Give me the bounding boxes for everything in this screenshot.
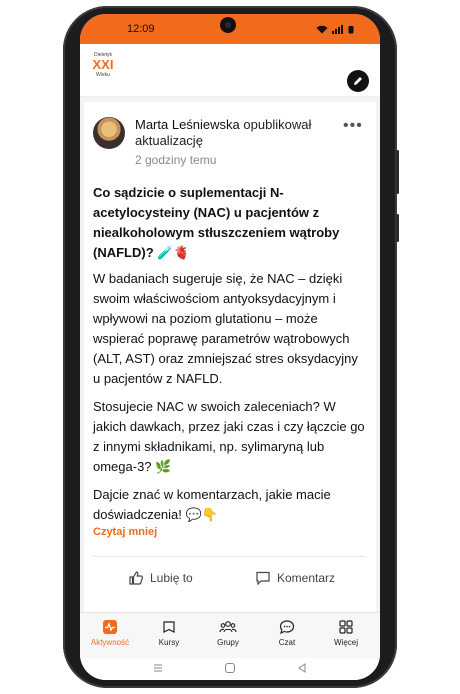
screen: 12:09 Dietetyk XXI Wieku Marta Leśniewsk…	[80, 14, 380, 680]
tab-groups[interactable]: Grupy	[198, 619, 258, 647]
logo-line3: Wieku	[96, 72, 110, 78]
post-body: Co sądzicie o suplementacji N-acetylocys…	[93, 183, 365, 533]
author-name[interactable]: Marta Leśniewska	[135, 117, 240, 132]
compose-button[interactable]	[347, 70, 369, 92]
avatar[interactable]	[93, 117, 125, 149]
post-actions: Lubię to Komentarz	[84, 566, 376, 596]
post-time: 2 godziny temu	[135, 153, 217, 167]
status-icons	[316, 25, 354, 34]
tab-label-groups: Grupy	[217, 638, 239, 647]
post-title: Co sądzicie o suplementacji N-acetylocys…	[93, 185, 340, 260]
bottom-tab-bar: Aktywność Kursy Grupy Czat Więcej	[80, 612, 380, 659]
chat-icon	[279, 620, 295, 635]
tab-activity[interactable]: Aktywność	[80, 619, 140, 647]
post-paragraph-1: W badaniach sugeruje się, że NAC – dzięk…	[93, 271, 358, 386]
tab-chat[interactable]: Czat	[257, 619, 317, 647]
pencil-icon	[354, 77, 362, 85]
home-icon[interactable]	[224, 661, 236, 679]
activity-feed: Marta Leśniewska opublikował aktualizacj…	[80, 97, 380, 612]
power-button	[396, 214, 399, 242]
more-options-icon[interactable]: •••	[343, 117, 363, 135]
wifi-icon	[316, 25, 328, 34]
tab-courses[interactable]: Kursy	[139, 619, 199, 647]
courses-icon	[163, 621, 175, 633]
tab-label-chat: Czat	[278, 638, 296, 647]
front-camera	[220, 17, 236, 33]
battery-icon	[348, 26, 354, 34]
tab-label-more: Więcej	[333, 638, 358, 647]
read-less-link[interactable]: Czytaj mniej	[93, 526, 157, 538]
tab-label-activity: Aktywność	[90, 638, 130, 647]
status-bar: 12:09	[80, 14, 380, 44]
tab-label-courses: Kursy	[158, 638, 180, 647]
system-nav-bar	[80, 658, 380, 680]
divider	[93, 556, 365, 557]
activity-icon	[103, 620, 117, 634]
app-logo[interactable]: Dietetyk XXI Wieku	[88, 52, 118, 84]
comment-button[interactable]: Komentarz	[255, 570, 335, 586]
volume-button	[396, 150, 399, 194]
back-icon[interactable]	[296, 661, 308, 679]
like-label: Lubię to	[150, 571, 193, 585]
app-header: Dietetyk XXI Wieku	[80, 44, 380, 97]
groups-icon	[219, 621, 237, 633]
post-header: Marta Leśniewska opublikował aktualizacj…	[135, 117, 325, 149]
status-time: 12:09	[127, 23, 155, 35]
signal-icon	[332, 25, 343, 34]
comment-label: Komentarz	[277, 571, 336, 585]
post-paragraph-2: Stosujecie NAC w swoich zaleceniach? W j…	[93, 399, 365, 474]
like-button[interactable]: Lubię to	[128, 570, 193, 586]
post-card: Marta Leśniewska opublikował aktualizacj…	[84, 102, 376, 612]
post-paragraph-3: Dajcie znać w komentarzach, jakie macie …	[93, 487, 331, 522]
thumbs-up-icon	[129, 571, 143, 585]
tab-more[interactable]: Więcej	[316, 619, 376, 647]
more-grid-icon	[339, 620, 353, 634]
logo-line2: XXI	[92, 57, 114, 72]
recents-icon[interactable]	[152, 661, 164, 679]
comment-icon	[256, 571, 270, 586]
